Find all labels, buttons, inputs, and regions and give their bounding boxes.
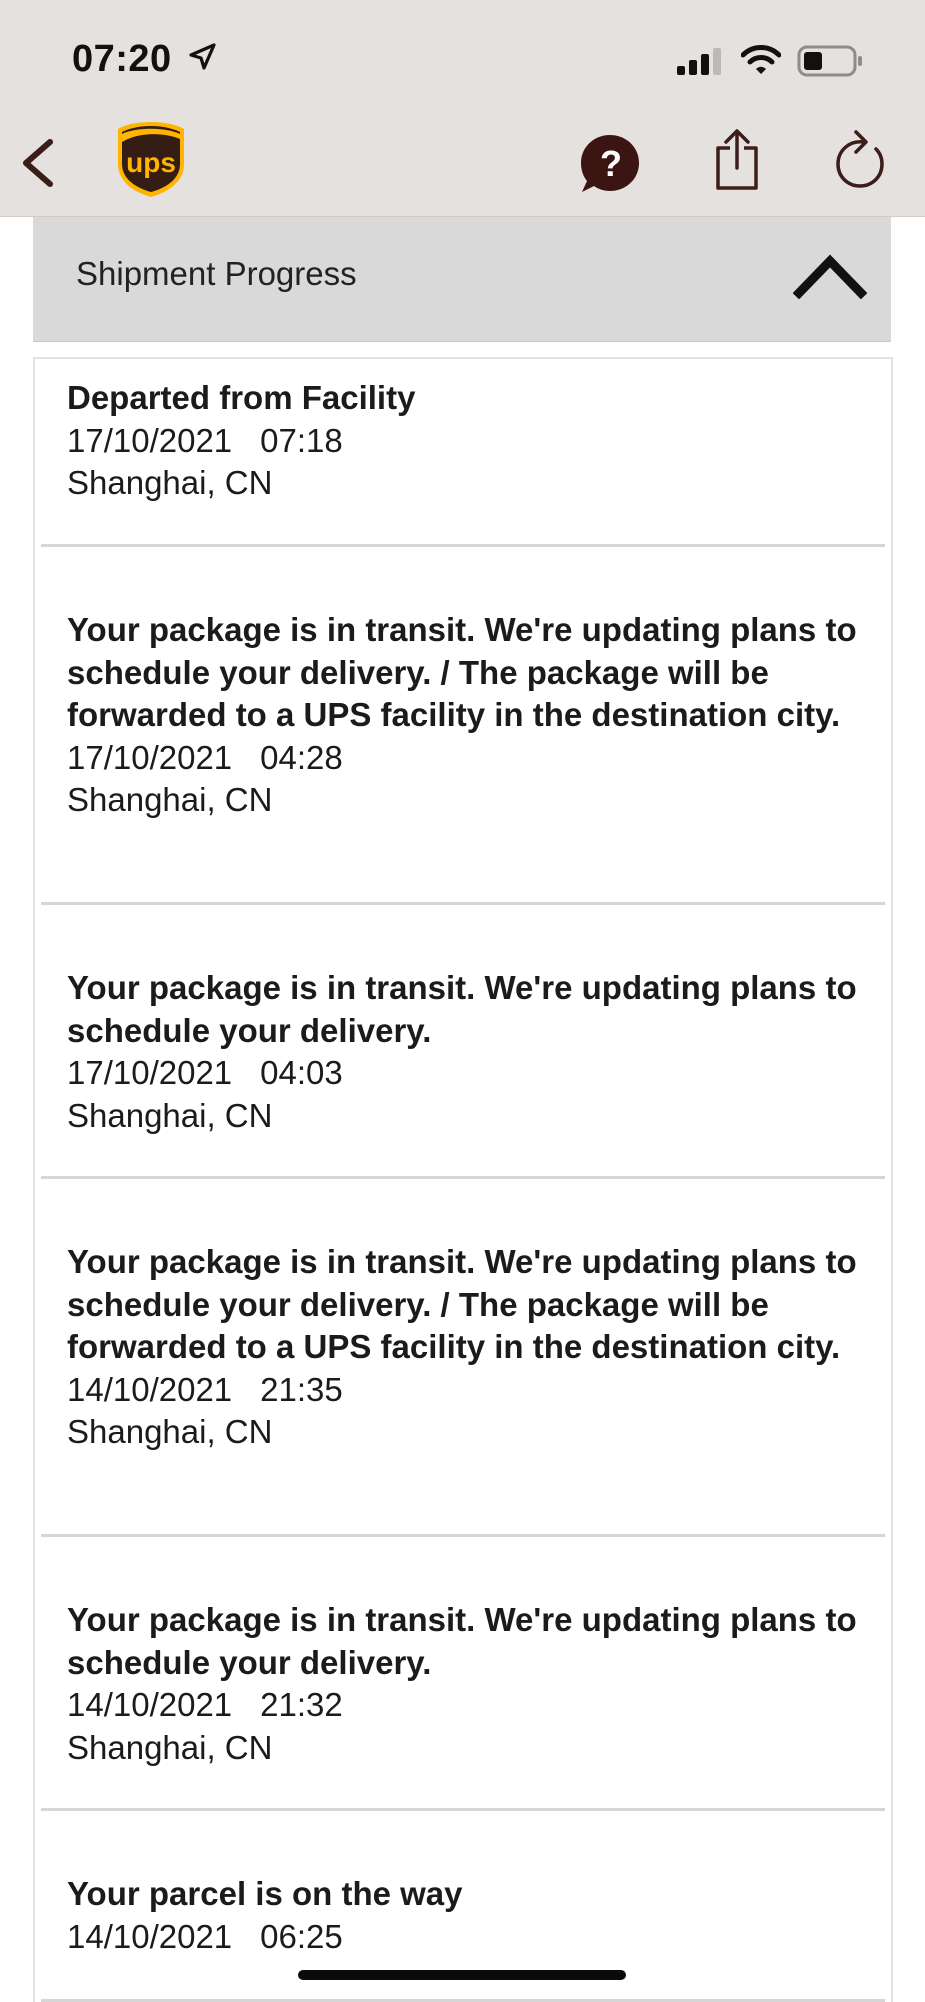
event-date: 14/10/2021	[67, 1370, 233, 1408]
event-time: 06:25	[260, 1917, 343, 1955]
status-time-text: 07:20	[72, 38, 172, 80]
wifi-icon	[740, 44, 782, 81]
event-datetime: 17/10/2021 04:03	[67, 1052, 861, 1095]
event-title: Your package is in transit. We're updati…	[67, 1243, 857, 1365]
event-datetime: 14/10/2021 06:25	[67, 1916, 861, 1959]
event-title: Your package is in transit. We're updati…	[67, 1601, 857, 1681]
top-bar: 07:20 ups ?	[0, 0, 925, 217]
event-location: Shanghai, CN	[67, 1096, 273, 1134]
battery-icon	[797, 44, 865, 83]
event-date: 17/10/2021	[67, 738, 233, 776]
event-time: 04:28	[260, 738, 343, 776]
share-button[interactable]	[712, 128, 762, 192]
event-title: Your package is in transit. We're updati…	[67, 611, 857, 733]
event-date: 17/10/2021	[67, 1054, 233, 1091]
event-time: 21:32	[260, 1686, 343, 1723]
shipment-events-list: Departed from Facility 17/10/2021 07:18 S…	[33, 357, 893, 2002]
event-time: 04:03	[260, 1054, 343, 1091]
event-title: Your parcel is on the way	[67, 1875, 463, 1912]
event-date: 17/10/2021	[67, 421, 233, 459]
back-button[interactable]	[18, 138, 58, 188]
chevron-up-icon[interactable]	[792, 251, 868, 300]
event-location: Shanghai, CN	[67, 1728, 273, 1766]
list-item: Your package is in transit. We're updati…	[35, 547, 891, 905]
section-title: Shipment Progress	[76, 255, 357, 292]
event-date: 14/10/2021	[67, 1686, 233, 1723]
event-title: Departed from Facility	[67, 379, 416, 416]
event-time: 21:35	[260, 1370, 343, 1408]
svg-text:ups: ups	[126, 147, 176, 178]
event-datetime: 17/10/2021 07:18	[67, 420, 861, 463]
refresh-button[interactable]	[834, 130, 886, 190]
home-indicator[interactable]	[298, 1970, 626, 1980]
event-location: Shanghai, CN	[67, 464, 273, 501]
event-date: 14/10/2021	[67, 1917, 233, 1955]
svg-text:?: ?	[600, 143, 622, 184]
shipment-progress-header[interactable]: Shipment Progress	[33, 217, 891, 342]
list-item: Your package is in transit. We're updati…	[35, 905, 891, 1179]
event-datetime: 14/10/2021 21:32	[67, 1684, 861, 1727]
list-item: Your package is in transit. We're updati…	[35, 1537, 891, 1811]
ups-logo: ups	[116, 120, 186, 198]
event-datetime: 17/10/2021 04:28	[67, 737, 861, 780]
location-arrow-icon	[187, 39, 217, 82]
list-item: Your package is in transit. We're updati…	[35, 1179, 891, 1537]
event-datetime: 14/10/2021 21:35	[67, 1369, 861, 1412]
status-time: 07:20	[72, 38, 217, 82]
list-item: Departed from Facility 17/10/2021 07:18 S…	[35, 359, 891, 547]
cellular-signal-icon	[675, 48, 723, 81]
event-location: Shanghai, CN	[67, 1413, 273, 1450]
event-location: Shanghai, CN	[67, 781, 273, 818]
help-button[interactable]: ?	[578, 132, 642, 196]
event-time: 07:18	[260, 421, 343, 459]
event-title: Your package is in transit. We're updati…	[67, 969, 857, 1049]
